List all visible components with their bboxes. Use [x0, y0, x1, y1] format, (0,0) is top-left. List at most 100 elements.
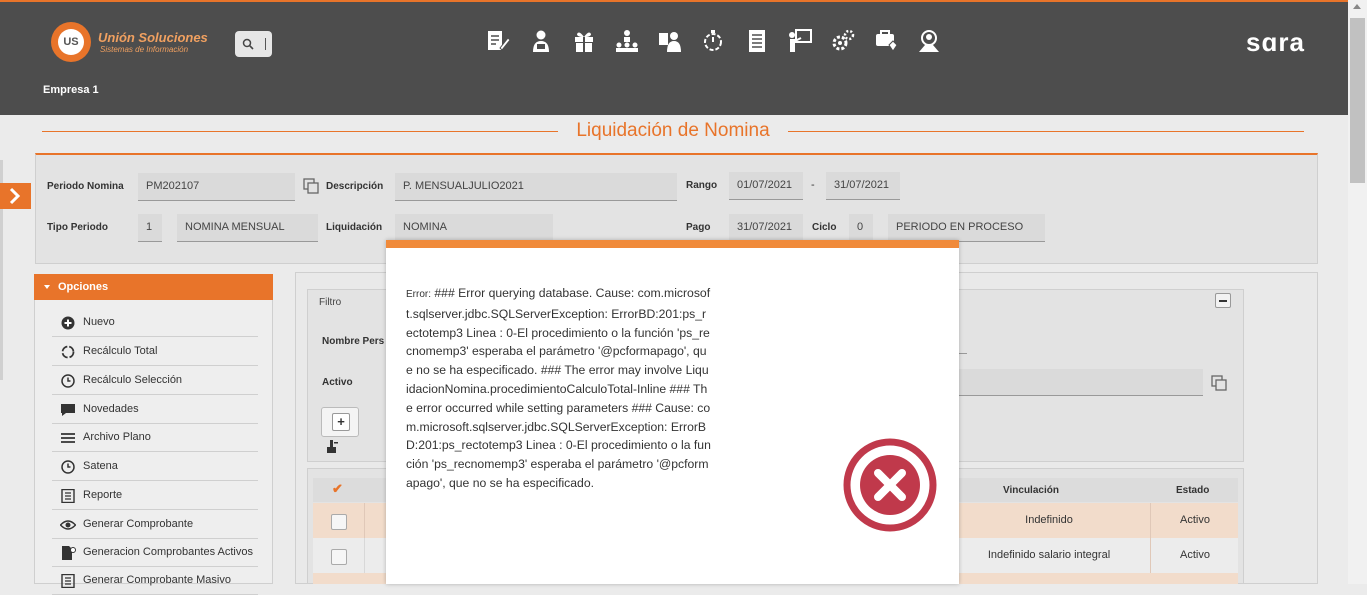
cell-estado: Activo — [1150, 503, 1239, 538]
title-rule-right — [788, 131, 1304, 132]
option-recalculo-seleccion[interactable]: Recálculo Selección — [52, 367, 258, 395]
filter-title: Filtro — [319, 297, 342, 308]
clock-icon — [61, 374, 75, 388]
option-label: Novedades — [83, 403, 139, 415]
clear-filter-icon[interactable] — [325, 439, 339, 453]
brand-logo: sɑra — [1246, 27, 1305, 57]
logo-title: Unión Soluciones — [98, 30, 208, 45]
option-label: Generacion Comprobantes Activos — [83, 546, 253, 558]
ciclo-label: Ciclo — [812, 222, 837, 233]
option-generar-comprobante[interactable]: Generar Comprobante — [52, 511, 258, 539]
caret-down-icon — [44, 285, 50, 289]
minus-icon — [1219, 300, 1227, 302]
estado-periodo-field[interactable]: PERIODO EN PROCESO — [888, 214, 1045, 242]
error-message: Error: ### Error querying database. Caus… — [406, 284, 711, 493]
options-title: Opciones — [58, 281, 109, 293]
option-archivo-plano[interactable]: Archivo Plano — [52, 424, 258, 452]
option-label: Nuevo — [83, 316, 115, 328]
liquidacion-field[interactable]: NOMINA — [395, 214, 553, 242]
option-label: Satena — [83, 460, 118, 472]
presentation-icon[interactable] — [787, 28, 813, 54]
rango-hasta-field[interactable]: 31/07/2021 — [826, 172, 900, 200]
ciclo-field[interactable]: 0 — [849, 214, 873, 242]
rango-separator: - — [811, 179, 815, 191]
activo-field[interactable] — [940, 369, 1203, 396]
tipo-periodo-field[interactable]: NOMINA MENSUAL — [177, 214, 318, 242]
option-label: Recálculo Selección — [83, 374, 183, 386]
option-label: Generar Comprobante Masivo — [83, 574, 231, 586]
list-doc-icon — [61, 574, 75, 588]
pago-label: Pago — [686, 222, 711, 233]
periodo-field[interactable]: PM202107 — [138, 173, 295, 201]
doc-gear-icon — [62, 546, 76, 560]
option-label: Archivo Plano — [83, 431, 151, 443]
comment-icon — [61, 404, 75, 416]
pago-field[interactable]: 31/07/2021 — [729, 214, 803, 242]
report-list-icon[interactable] — [744, 28, 770, 54]
column-vinculacion[interactable]: Vinculación — [1003, 485, 1059, 496]
option-generacion-comprobantes-activos[interactable]: Generacion Comprobantes Activos — [52, 539, 258, 567]
activo-label: Activo — [322, 377, 353, 388]
lines-icon — [61, 433, 75, 443]
option-reporte[interactable]: Reporte — [52, 482, 258, 510]
scrollbar-thumb[interactable] — [1350, 18, 1365, 183]
select-all-check-icon[interactable]: ✔ — [332, 481, 343, 497]
copy-icon[interactable] — [303, 178, 319, 194]
page-title: Liquidación de Nomina — [576, 120, 770, 141]
search-button[interactable] — [235, 31, 272, 57]
user-money-icon[interactable] — [528, 28, 554, 54]
refresh-icon — [61, 345, 75, 359]
descripcion-field[interactable]: P. MENSUALJULIO2021 — [395, 173, 677, 201]
periodo-label: Periodo Nomina — [47, 181, 124, 192]
shield-heart-icon[interactable] — [873, 28, 899, 54]
clock-icon — [61, 460, 75, 474]
logo-subtitle: Sistemas de Información — [100, 45, 189, 54]
cell-divider — [364, 503, 365, 538]
option-recalculo-total[interactable]: Recálculo Total — [52, 338, 258, 366]
liquidacion-label: Liquidación — [326, 222, 383, 233]
company-name[interactable]: Empresa 1 — [43, 84, 99, 96]
descripcion-label: Descripción — [326, 181, 384, 192]
option-novedades[interactable]: Novedades — [52, 396, 258, 424]
side-panel-toggle[interactable] — [0, 183, 31, 209]
row-checkbox[interactable] — [331, 514, 347, 530]
rango-label: Rango — [686, 180, 718, 191]
stopwatch-icon[interactable] — [700, 28, 726, 54]
cell-vinculacion: Indefinido — [1025, 514, 1073, 526]
scroll-up-arrow-icon[interactable] — [1353, 4, 1361, 9]
tipo-periodo-label: Tipo Periodo — [47, 222, 108, 233]
nombre-persona-label: Nombre Pers — [322, 336, 385, 347]
org-chart-icon[interactable] — [614, 28, 640, 54]
rango-desde-field[interactable]: 01/07/2021 — [729, 172, 803, 200]
plus-circle-icon — [61, 316, 75, 330]
gears-icon[interactable] — [830, 28, 856, 54]
search-caret — [265, 38, 266, 50]
user-network-icon[interactable] — [916, 28, 942, 54]
error-label: Error: — [406, 289, 431, 300]
search-icon — [242, 38, 254, 50]
user-check-icon[interactable] — [657, 28, 683, 54]
add-button[interactable]: + — [321, 407, 359, 437]
error-text: ### Error querying database. Cause: com.… — [406, 286, 711, 490]
copy-icon[interactable] — [1211, 375, 1227, 391]
document-edit-icon[interactable] — [484, 28, 511, 54]
error-icon — [843, 438, 937, 532]
option-satena[interactable]: Satena — [52, 453, 258, 481]
gift-icon[interactable] — [571, 28, 597, 54]
option-nuevo[interactable]: Nuevo — [52, 309, 258, 337]
options-header[interactable]: Opciones — [34, 274, 273, 300]
row-checkbox[interactable] — [331, 549, 347, 565]
title-rule-left — [42, 131, 558, 132]
list-doc-icon — [61, 489, 75, 503]
option-label: Recálculo Total — [83, 345, 158, 357]
cell-vinculacion: Indefinido salario integral — [987, 549, 1111, 561]
top-bar — [0, 0, 1348, 115]
collapse-button[interactable] — [1215, 293, 1231, 308]
column-estado[interactable]: Estado — [1176, 485, 1209, 496]
cell-divider — [364, 538, 365, 573]
option-label: Reporte — [83, 489, 123, 501]
tipo-periodo-code-field[interactable]: 1 — [138, 214, 162, 242]
option-generar-comprobante-masivo[interactable]: Generar Comprobante Masivo — [52, 567, 258, 595]
chevron-right-icon — [9, 187, 21, 205]
logo-mark: US — [58, 29, 84, 55]
